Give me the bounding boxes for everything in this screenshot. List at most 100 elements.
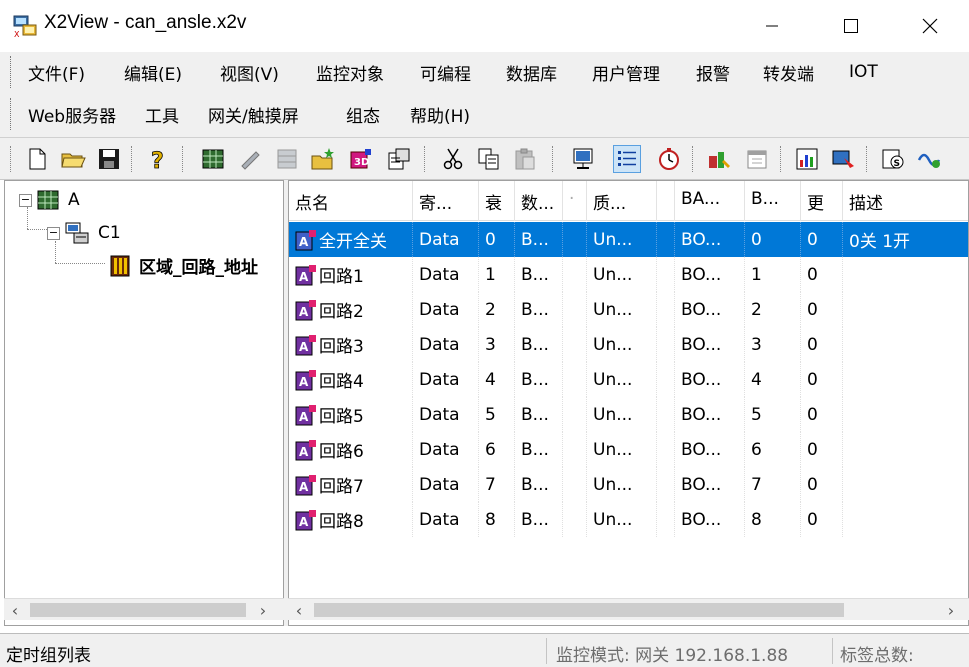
cell-description — [843, 502, 968, 537]
scroll-left-icon[interactable]: ‹ — [288, 599, 310, 621]
tree-node-c1[interactable]: − C1 — [47, 221, 121, 245]
scroll-left-icon[interactable]: ‹ — [4, 599, 26, 621]
column-header-b[interactable]: B... — [745, 181, 801, 221]
table-row[interactable]: A 回路6 Data 6 B... Un... BO... 6 0 — [289, 432, 968, 467]
table-icon[interactable] — [274, 146, 300, 172]
menu-edit[interactable]: 编辑(E) — [124, 60, 182, 85]
analog-point-icon: A — [295, 404, 316, 425]
tree-node-leaf[interactable]: 区域_回路_地址 — [109, 253, 258, 278]
analog-point-icon: A — [295, 369, 316, 390]
cell-bacnet: BO... — [675, 222, 745, 257]
menu-iot[interactable]: IOT — [849, 62, 878, 82]
close-button[interactable] — [902, 0, 958, 52]
cell-narrow — [563, 467, 587, 502]
table-row[interactable]: A 回路3 Data 3 B... Un... BO... 3 0 — [289, 327, 968, 362]
grid-icon[interactable] — [200, 146, 226, 172]
cell-description: 0关 1开 — [849, 232, 911, 252]
menu-monitor-objects[interactable]: 监控对象 — [316, 60, 384, 85]
properties-icon[interactable] — [386, 146, 412, 172]
pencil-icon[interactable] — [238, 146, 264, 172]
table-row[interactable]: A 回路1 Data 1 B... Un... BO... 1 0 — [289, 257, 968, 292]
save-icon[interactable] — [96, 146, 122, 172]
network-device-icon — [65, 222, 89, 244]
scroll-right-icon[interactable]: › — [252, 599, 274, 621]
table-row[interactable]: A 回路8 Data 8 B... Un... BO... 8 0 — [289, 502, 968, 537]
cell-narrow — [563, 292, 587, 327]
open-folder-icon[interactable] — [60, 146, 86, 172]
menu-gateway-touchscreen[interactable]: 网关/触摸屏 — [208, 102, 299, 127]
table-row[interactable]: A 回路4 Data 4 B... Un... BO... 4 0 — [289, 362, 968, 397]
column-header-index[interactable]: 衰 — [479, 181, 515, 221]
column-header-narrow[interactable]: · — [563, 181, 587, 221]
cell-data-type: B... — [515, 257, 563, 292]
minimize-button[interactable] — [744, 0, 800, 52]
scrollbar-thumb[interactable] — [314, 603, 844, 617]
calendar-icon[interactable] — [744, 146, 770, 172]
list-view-icon[interactable] — [613, 145, 641, 173]
help-icon[interactable]: ? — [145, 146, 171, 172]
scroll-right-icon[interactable]: › — [940, 599, 962, 621]
menu-alarm[interactable]: 报警 — [696, 60, 730, 85]
cell-bacnet: BO... — [675, 467, 745, 502]
menu-tools[interactable]: 工具 — [145, 102, 179, 127]
menu-help[interactable]: 帮助(H) — [410, 102, 470, 127]
collapse-toggle[interactable]: − — [19, 193, 32, 207]
menu-user-management[interactable]: 用户管理 — [592, 60, 660, 85]
cell-index: 5 — [479, 397, 515, 432]
collapse-toggle[interactable]: − — [47, 226, 60, 240]
menu-database[interactable]: 数据库 — [506, 60, 557, 85]
svg-text:A: A — [299, 445, 309, 459]
toolbar: ? 3D S — [0, 138, 969, 180]
scrollbar-thumb[interactable] — [30, 603, 246, 617]
table-row[interactable]: A 全开全关 Data 0 B... Un... BO... 0 0 0关 1开 — [289, 222, 968, 257]
column-header-register[interactable]: 寄... — [413, 181, 479, 221]
menu-file[interactable]: 文件(F) — [28, 60, 85, 85]
tools-icon[interactable] — [706, 146, 732, 172]
column-header-data-type[interactable]: 数... — [515, 181, 563, 221]
remote-icon[interactable] — [830, 146, 856, 172]
column-header-bacnet[interactable]: BA... — [675, 181, 745, 221]
toolbar-separator — [866, 146, 869, 172]
cell-quality: Un... — [587, 467, 657, 502]
menu-configuration[interactable]: 组态 — [346, 102, 380, 127]
cell-blank — [657, 292, 675, 327]
maximize-button[interactable] — [823, 0, 879, 52]
table-row[interactable]: A 回路2 Data 2 B... Un... BO... 2 0 — [289, 292, 968, 327]
point-name: 回路3 — [319, 337, 364, 357]
folder-star-icon[interactable] — [310, 146, 336, 172]
script-icon[interactable]: S — [880, 146, 906, 172]
cell-name: A 回路3 — [289, 327, 413, 362]
cell-register: Data — [413, 257, 479, 292]
column-header-quality[interactable]: 质... — [587, 181, 657, 221]
column-header-update[interactable]: 更 — [801, 181, 843, 221]
menu-forwarder[interactable]: 转发端 — [763, 60, 814, 85]
tree-horizontal-scrollbar[interactable]: ‹ › — [4, 598, 284, 620]
3d-cube-icon[interactable]: 3D — [348, 146, 374, 172]
menu-bar: 文件(F) 编辑(E) 视图(V) 监控对象 可编程 数据库 用户管理 报警 转… — [0, 52, 969, 138]
svg-text:A: A — [299, 235, 309, 249]
copy-icon[interactable] — [476, 146, 502, 172]
point-name: 回路1 — [319, 267, 364, 287]
column-header-name[interactable]: 点名 — [289, 181, 413, 221]
chart-icon[interactable] — [794, 146, 820, 172]
column-header-blank[interactable] — [657, 181, 675, 221]
toolbar-separator — [780, 146, 783, 172]
column-header-description[interactable]: 描述 — [843, 181, 968, 221]
table-row[interactable]: A 回路7 Data 7 B... Un... BO... 7 0 — [289, 467, 968, 502]
table-row[interactable]: A 回路5 Data 5 B... Un... BO... 5 0 — [289, 397, 968, 432]
point-name: 回路5 — [319, 407, 364, 427]
paste-icon[interactable] — [512, 146, 538, 172]
cell-index: 4 — [479, 362, 515, 397]
cell-description — [843, 362, 968, 397]
tree-node-a[interactable]: − A — [19, 189, 80, 211]
wave-icon[interactable] — [916, 146, 942, 172]
menu-web-server[interactable]: Web服务器 — [28, 102, 116, 127]
table-horizontal-scrollbar[interactable]: ‹ › — [288, 598, 969, 620]
menu-programmable[interactable]: 可编程 — [420, 60, 471, 85]
menu-view[interactable]: 视图(V) — [220, 60, 279, 85]
cut-icon[interactable] — [440, 146, 466, 172]
monitor-icon[interactable] — [570, 146, 596, 172]
cell-bacnet: BO... — [675, 292, 745, 327]
new-file-icon[interactable] — [24, 146, 50, 172]
timer-icon[interactable] — [656, 146, 682, 172]
